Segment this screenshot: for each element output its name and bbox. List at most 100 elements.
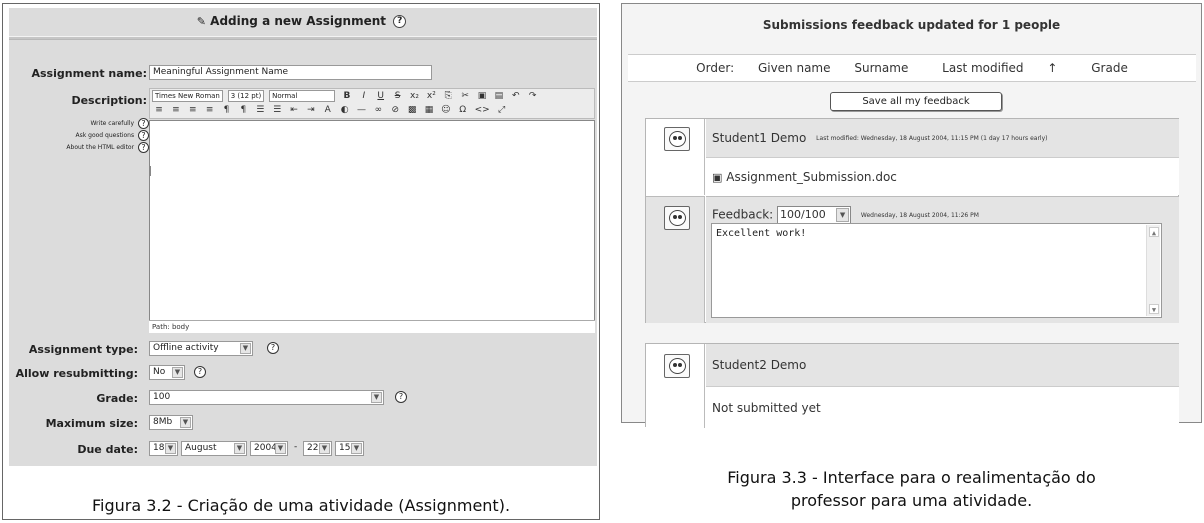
unordered-list-icon[interactable]: ☰ xyxy=(272,104,282,116)
chevron-down-icon: ▼ xyxy=(351,443,362,454)
help-icon[interactable]: ? xyxy=(138,142,149,153)
grade-value: 100 xyxy=(153,392,171,402)
feedback-textarea[interactable]: Excellent work! ▲ ▼ xyxy=(711,223,1162,318)
assignment-type-value: Offline activity xyxy=(153,343,219,353)
figure-caption-right-line2: professor para uma atividade. xyxy=(790,491,1033,510)
hr-icon[interactable]: — xyxy=(357,104,367,116)
order-grade[interactable]: Grade xyxy=(1091,61,1128,75)
table-icon[interactable]: ▦ xyxy=(424,104,434,116)
help-write-carefully[interactable]: Write carefully ? xyxy=(91,118,149,129)
allow-resubmitting-value: No xyxy=(153,367,166,377)
figure-caption-left: Figura 3.2 - Criação de uma atividade (A… xyxy=(91,496,511,515)
special-char-icon[interactable]: Ω xyxy=(458,104,468,116)
due-minute-value: 15 xyxy=(339,443,351,453)
avatar-eye xyxy=(673,363,677,367)
ordered-list-icon[interactable]: ☰ xyxy=(255,104,265,116)
help-icon[interactable]: ? xyxy=(267,342,279,354)
align-left-icon[interactable]: ≡ xyxy=(154,104,164,116)
avatar-eye xyxy=(673,136,677,140)
copy-icon[interactable]: ⎘ xyxy=(443,90,453,102)
avatar-face-icon xyxy=(669,131,686,147)
submission-file-link[interactable]: Assignment_Submission.doc xyxy=(726,170,897,184)
student2-name[interactable]: Student2 Demo xyxy=(712,358,806,372)
chevron-down-icon: ▼ xyxy=(836,208,850,222)
due-year-select[interactable]: 2004 ▼ xyxy=(250,441,288,456)
title-separator xyxy=(9,36,597,40)
due-minute-select[interactable]: 15 ▼ xyxy=(335,441,364,456)
student1-name[interactable]: Student1 Demo xyxy=(712,131,806,145)
order-label: Order: xyxy=(696,61,735,75)
student2-status-row: Not submitted yet xyxy=(706,386,1179,428)
font-size-select[interactable]: 3 (12 pt) xyxy=(227,90,265,102)
undo-icon[interactable]: ↶ xyxy=(511,90,521,102)
help-icon[interactable]: ? xyxy=(194,366,206,378)
maximum-size-label: Maximum size: xyxy=(45,417,138,430)
maximum-size-select[interactable]: 8Mb ▼ xyxy=(149,415,193,430)
help-icon[interactable]: ? xyxy=(393,15,407,28)
help-ask-questions[interactable]: Ask good questions ? xyxy=(76,130,149,141)
image-icon[interactable]: ▩ xyxy=(407,104,417,116)
assignment-name-label: Assignment name: xyxy=(31,67,148,80)
feedback-date: Wednesday, 18 August 2004, 11:26 PM xyxy=(860,211,979,219)
avatar[interactable] xyxy=(664,127,690,151)
bold-icon[interactable]: B xyxy=(342,90,352,102)
avatar xyxy=(664,206,690,230)
ltr-icon[interactable]: ¶ xyxy=(222,104,232,116)
smiley-icon[interactable]: ☺ xyxy=(441,104,451,116)
italic-icon[interactable]: I xyxy=(359,90,369,102)
student1-avatar-cell xyxy=(646,119,705,195)
feedback-grade-value: 100/100 xyxy=(780,208,826,221)
outdent-icon[interactable]: ⇤ xyxy=(289,104,299,116)
feedback-label: Feedback: xyxy=(712,207,774,222)
help-icon[interactable]: ? xyxy=(395,391,407,403)
arrow-up-icon: ↑ xyxy=(1047,61,1058,75)
paste-icon[interactable]: ▣ xyxy=(477,90,487,102)
help-icon[interactable]: ? xyxy=(138,118,149,129)
save-feedback-button[interactable]: Save all my feedback xyxy=(830,92,1002,111)
left-figure: ✎ Adding a new Assignment ? Assignment n… xyxy=(2,3,600,520)
html-source-icon[interactable]: <> xyxy=(475,104,490,116)
align-center-icon[interactable]: ≡ xyxy=(171,104,181,116)
maximum-size-value: 8Mb xyxy=(153,417,173,427)
rtl-icon[interactable]: ¶ xyxy=(238,104,248,116)
due-month-select[interactable]: August ▼ xyxy=(181,441,247,456)
editor-path-bar: Path: body xyxy=(149,320,595,333)
feedback-grade-select[interactable]: 100/100 ▼ xyxy=(777,206,852,224)
allow-resubmitting-select[interactable]: No ▼ xyxy=(149,365,185,380)
avatar[interactable] xyxy=(664,354,690,378)
redo-icon[interactable]: ↷ xyxy=(528,90,538,102)
order-given-name[interactable]: Given name xyxy=(758,61,831,75)
assignment-name-input[interactable]: Meaningful Assignment Name xyxy=(149,65,432,80)
justify-icon[interactable]: ≡ xyxy=(205,104,215,116)
feedback-text: Excellent work! xyxy=(716,228,807,239)
order-last-modified[interactable]: Last modified ↑ xyxy=(932,61,1067,75)
font-family-select[interactable]: Times New Roman xyxy=(152,90,223,102)
assignment-type-select[interactable]: Offline activity ▼ xyxy=(149,341,253,356)
feedback-scrollbar[interactable]: ▲ ▼ xyxy=(1146,225,1160,316)
due-hour-select[interactable]: 22 ▼ xyxy=(303,441,332,456)
bg-color-icon[interactable]: ◐ xyxy=(340,104,350,116)
text-color-icon[interactable]: A xyxy=(323,104,333,116)
superscript-icon[interactable]: x² xyxy=(426,90,436,102)
help-html-editor[interactable]: About the HTML editor ? xyxy=(66,142,149,153)
fullscreen-icon[interactable]: ⤢ xyxy=(497,104,507,116)
scroll-up-icon[interactable]: ▲ xyxy=(1149,227,1159,237)
avatar-eye xyxy=(673,215,677,219)
underline-icon[interactable]: U xyxy=(376,90,386,102)
scroll-down-icon[interactable]: ▼ xyxy=(1149,304,1159,314)
subscript-icon[interactable]: x₂ xyxy=(409,90,419,102)
cut-icon[interactable]: ✂ xyxy=(460,90,470,102)
html-editor-area[interactable] xyxy=(149,120,595,333)
link-icon[interactable]: ∞ xyxy=(373,104,383,116)
strikethrough-icon[interactable]: S xyxy=(393,90,403,102)
grade-select[interactable]: 100 ▼ xyxy=(149,390,384,405)
indent-icon[interactable]: ⇥ xyxy=(306,104,316,116)
unlink-icon[interactable]: ⊘ xyxy=(390,104,400,116)
help-icon[interactable]: ? xyxy=(138,130,149,141)
font-style-select[interactable]: Normal xyxy=(269,90,336,102)
form-title: ✎ Adding a new Assignment ? xyxy=(9,14,597,28)
order-surname[interactable]: Surname xyxy=(854,61,908,75)
clean-icon[interactable]: ▤ xyxy=(494,90,504,102)
align-right-icon[interactable]: ≡ xyxy=(188,104,198,116)
due-day-select[interactable]: 18 ▼ xyxy=(149,441,178,456)
